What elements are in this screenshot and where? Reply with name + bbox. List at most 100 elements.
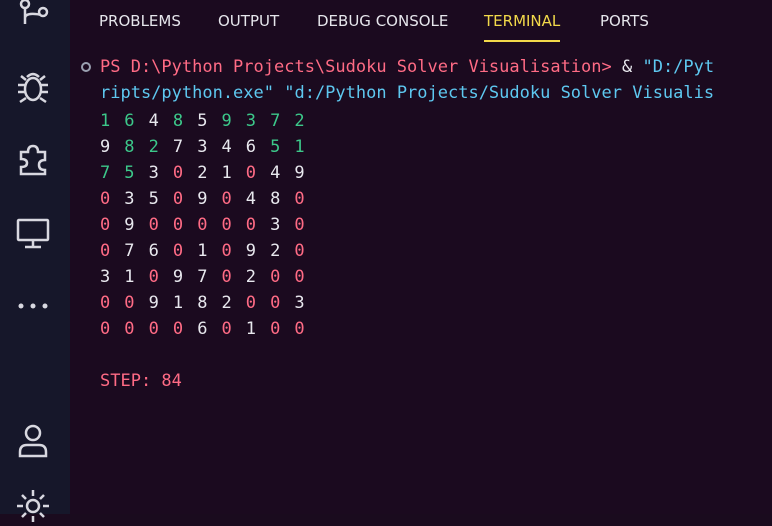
grid-cell: 0 bbox=[221, 215, 232, 235]
grid-cell: 7 bbox=[197, 267, 208, 287]
grid-cell: 0 bbox=[294, 189, 305, 209]
grid-cell: 0 bbox=[172, 189, 184, 209]
grid-cell: 0 bbox=[172, 163, 184, 183]
grid-cell: 8 bbox=[197, 293, 208, 313]
grid-cell: 6 bbox=[197, 319, 208, 339]
tab-terminal[interactable]: TERMINAL bbox=[484, 12, 561, 42]
grid-cell: 3 bbox=[197, 137, 208, 157]
terminal-output[interactable]: PS D:\Python Projects\Sudoku Solver Visu… bbox=[70, 50, 772, 514]
grid-cell: 0 bbox=[172, 319, 184, 339]
tab-output[interactable]: OUTPUT bbox=[218, 12, 279, 40]
prompt-line: PS D:\Python Projects\Sudoku Solver Visu… bbox=[100, 54, 714, 80]
account-icon[interactable] bbox=[13, 420, 53, 460]
grid-cell: 7 bbox=[172, 137, 184, 157]
grid-cell: 2 bbox=[294, 111, 305, 131]
grid-cell: 2 bbox=[245, 267, 257, 287]
grid-cell: 1 bbox=[172, 293, 184, 313]
grid-cell: 0 bbox=[100, 189, 111, 209]
command-continuation-line: ripts/python.exe" "d:/Python Projects/Su… bbox=[100, 80, 714, 106]
grid-cell: 4 bbox=[148, 111, 159, 131]
command-text-cont: ripts/python.exe" bbox=[100, 83, 274, 103]
grid-cell: 1 bbox=[197, 241, 208, 261]
grid-cell: 5 bbox=[148, 189, 159, 209]
grid-cell: 0 bbox=[148, 215, 159, 235]
grid-cell: 7 bbox=[100, 163, 111, 183]
grid-row: 982734651 bbox=[100, 134, 311, 160]
grid-cell: 7 bbox=[124, 241, 135, 261]
grid-cell: 5 bbox=[270, 137, 281, 157]
grid-cell: 0 bbox=[100, 241, 111, 261]
grid-cell: 2 bbox=[221, 293, 232, 313]
grid-cell: 4 bbox=[245, 189, 257, 209]
grid-cell: 0 bbox=[294, 215, 305, 235]
remote-explorer-icon[interactable] bbox=[13, 212, 53, 252]
grid-cell: 0 bbox=[172, 241, 184, 261]
step-counter: STEP: 84 bbox=[100, 371, 182, 391]
command-decoration-icon[interactable] bbox=[81, 62, 91, 72]
active-tab-indicator bbox=[484, 40, 561, 42]
prompt-operator: & bbox=[611, 57, 643, 77]
grid-cell: 9 bbox=[221, 111, 232, 131]
grid-cell: 0 bbox=[197, 215, 208, 235]
grid-cell: 0 bbox=[124, 319, 135, 339]
grid-cell: 9 bbox=[124, 215, 135, 235]
grid-cell: 0 bbox=[221, 319, 232, 339]
grid-cell: 9 bbox=[197, 189, 208, 209]
extensions-icon[interactable] bbox=[13, 138, 53, 178]
tab-ports[interactable]: PORTS bbox=[600, 12, 649, 40]
grid-cell: 8 bbox=[124, 137, 135, 157]
panel-tabs: PROBLEMS OUTPUT DEBUG CONSOLE TERMINAL P… bbox=[70, 0, 772, 46]
grid-row: 164859372 bbox=[100, 108, 311, 134]
grid-cell: 0 bbox=[172, 215, 184, 235]
grid-cell: 5 bbox=[197, 111, 208, 131]
grid-cell: 0 bbox=[221, 241, 232, 261]
grid-cell: 0 bbox=[270, 267, 281, 287]
grid-cell: 2 bbox=[270, 241, 281, 261]
grid-row: 076010920 bbox=[100, 238, 311, 264]
grid-row: 000060100 bbox=[100, 316, 311, 342]
tab-problems[interactable]: PROBLEMS bbox=[99, 12, 181, 40]
sudoku-grid: 1648593729827346517530210490350904800900… bbox=[100, 108, 311, 342]
grid-cell: 0 bbox=[270, 319, 281, 339]
grid-cell: 0 bbox=[245, 293, 257, 313]
debug-icon[interactable] bbox=[13, 66, 53, 106]
grid-cell: 9 bbox=[172, 267, 184, 287]
grid-row: 009182003 bbox=[100, 290, 311, 316]
grid-cell: 1 bbox=[294, 137, 305, 157]
grid-cell: 1 bbox=[124, 267, 135, 287]
grid-cell: 2 bbox=[197, 163, 208, 183]
grid-cell: 1 bbox=[221, 163, 232, 183]
grid-cell: 0 bbox=[100, 293, 111, 313]
grid-cell: 0 bbox=[294, 267, 305, 287]
grid-cell: 0 bbox=[148, 319, 159, 339]
activity-bar bbox=[0, 0, 70, 522]
grid-cell: 9 bbox=[100, 137, 111, 157]
grid-cell: 0 bbox=[270, 293, 281, 313]
command-text: "D:/Pyt bbox=[642, 57, 715, 77]
grid-cell: 5 bbox=[124, 163, 135, 183]
grid-cell: 0 bbox=[245, 215, 257, 235]
settings-icon[interactable] bbox=[13, 486, 53, 526]
grid-cell: 0 bbox=[124, 293, 135, 313]
tab-debug-console[interactable]: DEBUG CONSOLE bbox=[317, 12, 448, 40]
grid-cell: 0 bbox=[294, 319, 305, 339]
grid-row: 090000030 bbox=[100, 212, 311, 238]
grid-cell: 9 bbox=[294, 163, 305, 183]
grid-cell: 3 bbox=[294, 293, 305, 313]
grid-cell: 3 bbox=[100, 267, 111, 287]
grid-cell: 6 bbox=[124, 111, 135, 131]
more-icon[interactable] bbox=[13, 286, 53, 326]
grid-cell: 2 bbox=[148, 137, 159, 157]
grid-cell: 0 bbox=[100, 215, 111, 235]
grid-cell: 3 bbox=[124, 189, 135, 209]
grid-cell: 9 bbox=[245, 241, 257, 261]
grid-row: 035090480 bbox=[100, 186, 311, 212]
source-control-icon[interactable] bbox=[13, 0, 53, 34]
grid-cell: 1 bbox=[245, 319, 257, 339]
grid-cell: 4 bbox=[270, 163, 281, 183]
grid-cell: 6 bbox=[148, 241, 159, 261]
grid-cell: 0 bbox=[294, 241, 305, 261]
grid-cell: 7 bbox=[270, 111, 281, 131]
grid-cell: 8 bbox=[270, 189, 281, 209]
grid-row: 310970200 bbox=[100, 264, 311, 290]
